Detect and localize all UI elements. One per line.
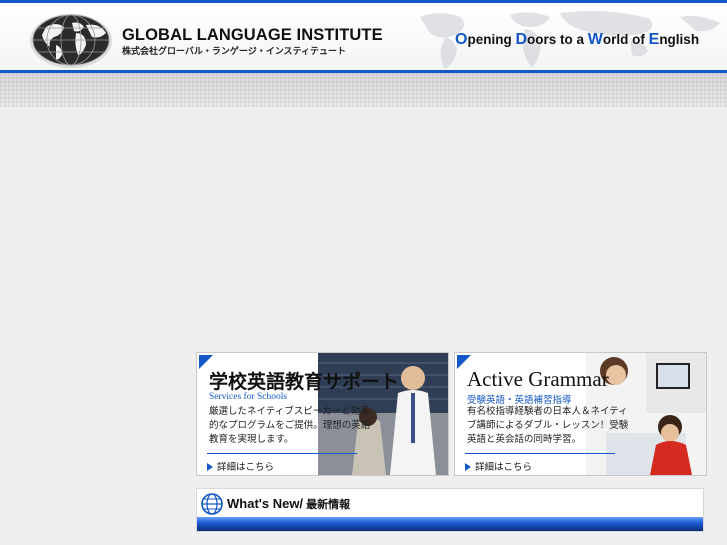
- tagline-initial-d: D: [515, 31, 528, 48]
- whats-new-heading: What's New/ 最新情報: [227, 496, 350, 512]
- logo-title[interactable]: GLOBAL LANGUAGE INSTITUTE: [122, 26, 383, 45]
- logo-subtitle-jp: 株式会社グローバル・ランゲージ・インスティテュート: [122, 46, 347, 56]
- tagline-text-3: orld of: [602, 32, 649, 47]
- tagline-initial-w: W: [587, 31, 603, 48]
- banner-subtitle: 受験英語・英語補習指導: [467, 396, 572, 406]
- tagline-text-2: oors to a: [527, 32, 588, 47]
- whats-new-bar: [197, 517, 703, 531]
- details-link-label: 詳細はこちら: [475, 462, 533, 473]
- tagline-initial-o: O: [455, 31, 468, 48]
- banner-description: 有名校指導経験者の日本人＆ネイティブ講師によるダブル・レッスン！受験英語と英会話…: [467, 406, 629, 445]
- tagline-initial-e: E: [648, 31, 660, 48]
- banner-title: Active Grammar: [467, 367, 609, 391]
- arrow-right-icon: [465, 463, 471, 472]
- arrow-right-icon: [207, 463, 213, 472]
- banner-title: 学校英語教育サポート: [209, 371, 400, 393]
- globe-icon: [201, 493, 223, 515]
- banner-divider: [207, 453, 357, 454]
- site-header: GLOBAL LANGUAGE INSTITUTE 株式会社グローバル・ランゲー…: [0, 0, 727, 72]
- header-pattern-band: [0, 73, 727, 107]
- globe-logo-icon[interactable]: [28, 11, 114, 69]
- school-support-banner[interactable]: 学校英語教育サポート Services for Schools 厳選したネイティ…: [196, 352, 449, 476]
- whats-new-label-jp: 最新情報: [303, 499, 351, 511]
- banner-divider: [465, 453, 615, 454]
- tagline: Opening Doors to a World of English: [455, 31, 699, 49]
- tagline-text-1: pening: [467, 32, 516, 47]
- details-link[interactable]: 詳細はこちら: [207, 459, 274, 473]
- banner-subtitle: Services for Schools: [209, 392, 288, 402]
- active-grammar-banner[interactable]: Active Grammar 受験英語・英語補習指導 有名校指導経験者の日本人＆…: [454, 352, 707, 476]
- tagline-text-4: nglish: [659, 32, 700, 47]
- whats-new-section: What's New/ 最新情報: [196, 488, 704, 532]
- details-link[interactable]: 詳細はこちら: [465, 459, 532, 473]
- banner-description: 厳選したネイティブスピーカーと効果的なプログラムをご提供。理想の英語教育を実現し…: [209, 406, 371, 445]
- whats-new-label-en: What's New/: [227, 496, 304, 511]
- details-link-label: 詳細はこちら: [217, 462, 275, 473]
